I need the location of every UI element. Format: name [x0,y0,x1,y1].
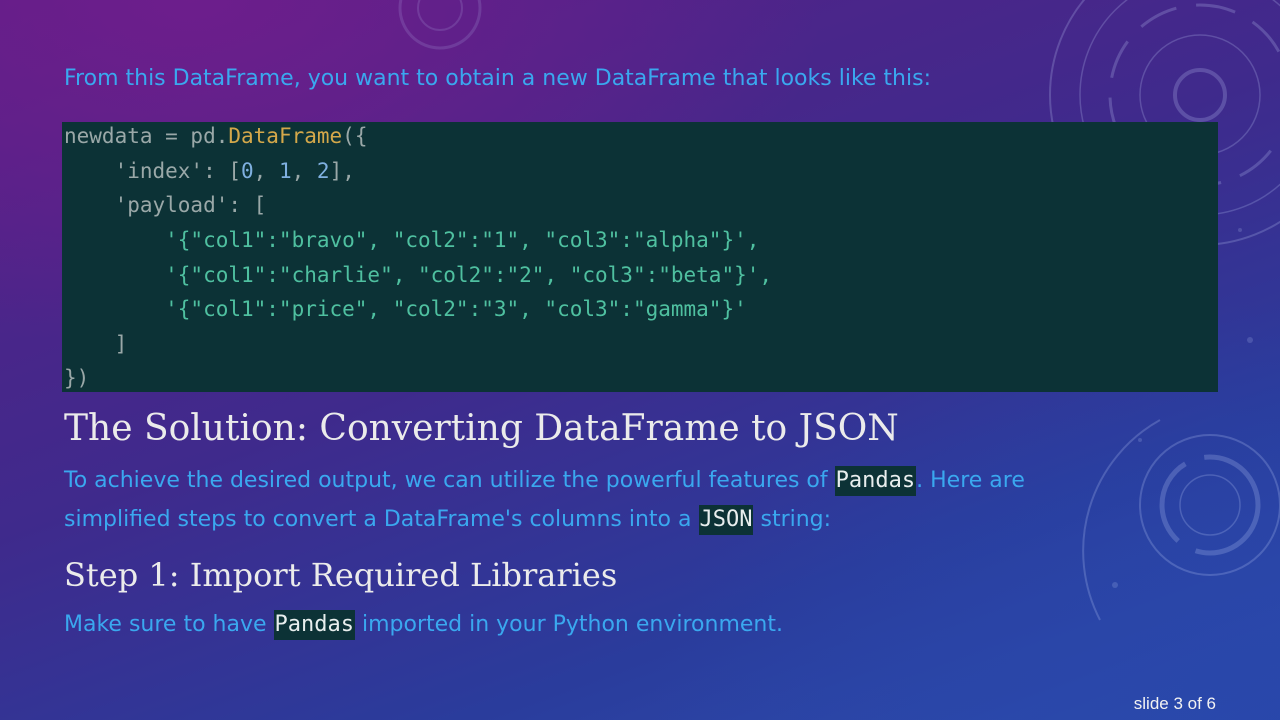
slide-counter: slide 3 of 6 [1133,694,1216,713]
paragraph-text: imported in your Python environment. [354,612,783,637]
paragraph-text: . Here are [916,468,1025,493]
code-class-name: DataFrame [228,124,343,148]
paragraph-text: simplified steps to convert a DataFrame'… [64,507,699,532]
code-line-1: newdata = pd.DataFrame({ [64,123,367,149]
code-number: 1 [278,159,292,183]
paragraph-text: string: [753,507,832,532]
code-text: ({ [342,124,368,148]
code-line-8: }) [64,366,90,390]
code-line-4: '{"col1":"bravo", "col2":"1", "col3":"al… [64,228,760,252]
paragraph-text: To achieve the desired output, we can ut… [64,468,835,493]
solution-paragraph-line-2: simplified steps to convert a DataFrame'… [64,500,831,539]
inline-code-pandas: Pandas [834,466,917,496]
code-text: , [291,159,317,183]
solution-heading: The Solution: Converting DataFrame to JS… [64,408,899,449]
code-text: 'index': [ [64,159,242,183]
intro-text: From this DataFrame, you want to obtain … [64,66,931,91]
code-text: , [253,159,279,183]
code-line-6: '{"col1":"price", "col2":"3", "col3":"ga… [64,297,747,321]
inline-code-pandas: Pandas [273,610,355,640]
solution-paragraph-line-1: To achieve the desired output, we can ut… [64,461,1025,500]
step1-paragraph: Make sure to have Pandas imported in you… [64,605,783,644]
code-line-3: 'payload': [ [64,193,267,217]
code-line-2: 'index': [0, 1, 2], [64,158,355,184]
code-text: ], [329,159,355,183]
paragraph-text: Make sure to have [64,612,274,637]
code-block: newdata = pd.DataFrame({ 'index': [0, 1,… [62,122,1218,392]
code-text: newdata = pd. [64,124,229,148]
code-number: 2 [316,159,330,183]
code-line-5: '{"col1":"charlie", "col2":"2", "col3":"… [64,263,773,287]
inline-code-json: JSON [698,505,754,535]
code-line-7: ] [64,332,128,356]
step1-heading: Step 1: Import Required Libraries [64,556,618,594]
code-number: 0 [241,159,254,183]
